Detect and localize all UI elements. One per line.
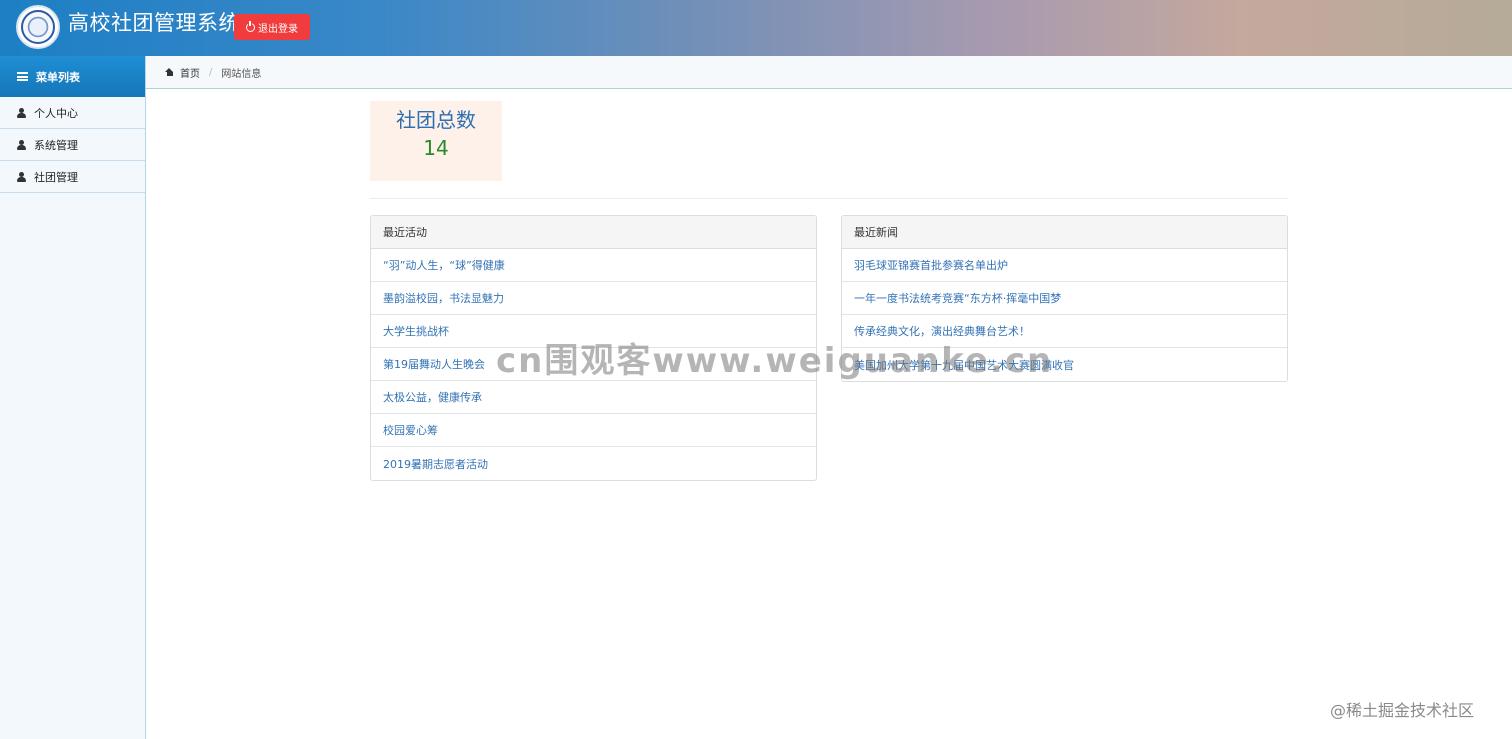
breadcrumb-separator: / [209,66,213,78]
activity-link[interactable]: 2019暑期志愿者活动 [371,447,816,480]
school-logo [16,5,60,49]
news-link[interactable]: 羽毛球亚锦赛首批参赛名单出炉 [842,249,1287,282]
breadcrumb: 首页 / 网站信息 [146,56,1512,89]
news-link[interactable]: 一年一度书法统考竞赛“东方杯·挥毫中国梦 [842,282,1287,315]
user-icon [17,139,26,150]
activity-link[interactable]: 墨韵溢校园，书法显魅力 [371,282,816,315]
activity-link[interactable]: “羽”动人生，“球”得健康 [371,249,816,282]
activity-link[interactable]: 校园爱心筹 [371,414,816,447]
club-count-value: 14 [423,136,449,160]
sidebar-item-label: 系统管理 [34,138,78,152]
watermark-overlay: cn围观客www.weiguanke.cn [496,341,1054,381]
sidebar-title: 菜单列表 [36,70,80,84]
activity-link[interactable]: 太极公益，健康传承 [371,381,816,414]
sidebar-header: 菜单列表 [0,56,145,97]
list-icon [17,72,28,81]
sidebar: 菜单列表 个人中心 系统管理 社团管理 [0,56,146,739]
sidebar-item-label: 社团管理 [34,170,78,184]
sidebar-item-club-management[interactable]: 社团管理 [0,161,145,193]
breadcrumb-home[interactable]: 首页 [180,65,200,80]
footer-watermark: @稀土掘金技术社区 [1330,701,1475,720]
user-icon [17,171,26,182]
sidebar-item-label: 个人中心 [34,106,78,120]
recent-news-title: 最近新闻 [842,216,1287,249]
recent-activities-title: 最近活动 [371,216,816,249]
breadcrumb-current: 网站信息 [221,68,262,80]
sidebar-item-system-management[interactable]: 系统管理 [0,129,145,161]
divider [370,198,1288,199]
club-count-card: 社团总数 14 [370,101,502,181]
user-icon [17,107,26,118]
logout-button[interactable]: 退出登录 [234,14,310,40]
app-title: 高校社团管理系统 [68,11,240,35]
club-count-label: 社团总数 [396,108,476,132]
power-icon [246,20,255,32]
sidebar-item-personal-center[interactable]: 个人中心 [0,97,145,129]
top-header: 高校社团管理系统 退出登录 [0,0,1512,56]
home-icon [165,68,174,76]
logout-label: 退出登录 [258,23,298,35]
